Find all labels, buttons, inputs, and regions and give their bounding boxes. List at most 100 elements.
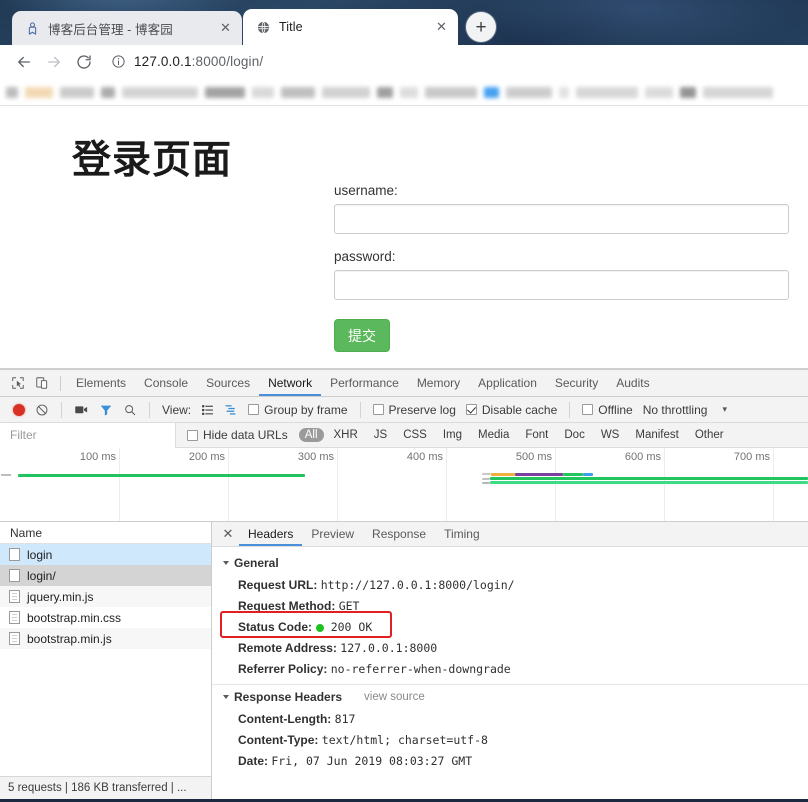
bookmark-item-active[interactable]	[484, 86, 499, 98]
bookmark-item[interactable]	[252, 86, 274, 98]
bookmark-item[interactable]	[425, 86, 477, 98]
network-overview-timeline[interactable]: 100 ms 200 ms 300 ms 400 ms 500 ms 600 m…	[0, 448, 808, 522]
timeline-tick-label: 500 ms	[515, 451, 552, 463]
request-list: Name login login/ jquery.min.js bootstra…	[0, 522, 212, 799]
bookmark-item[interactable]	[680, 86, 696, 98]
record-dot-icon	[13, 403, 25, 416]
bookmark-item[interactable]	[281, 86, 315, 98]
type-filter-img[interactable]: Img	[437, 428, 468, 442]
bookmarks-bar[interactable]	[0, 79, 808, 106]
disable-cache-checkbox[interactable]: Disable cache	[461, 397, 562, 423]
bookmark-item[interactable]	[205, 86, 245, 98]
group-by-frame-checkbox[interactable]: Group by frame	[243, 397, 352, 423]
bookmark-item[interactable]	[559, 86, 569, 98]
view-waterfall-button[interactable]	[219, 397, 243, 423]
bookmark-item[interactable]	[506, 86, 552, 98]
toolbar-divider	[149, 401, 150, 418]
devtools-tab-performance[interactable]: Performance	[321, 370, 408, 396]
filter-toggle-button[interactable]	[94, 397, 118, 423]
record-button[interactable]	[8, 397, 30, 423]
preserve-log-checkbox[interactable]: Preserve log	[368, 397, 461, 423]
header-row-status-code: Status Code: 200 OK	[212, 616, 808, 637]
devtools-tab-network[interactable]: Network	[259, 370, 321, 396]
forward-icon[interactable]	[40, 48, 68, 76]
type-filter-css[interactable]: CSS	[397, 428, 433, 442]
detail-tab-timing[interactable]: Timing	[435, 522, 489, 546]
type-filter-all[interactable]: All	[298, 428, 324, 442]
chevron-down-icon[interactable]: ▾	[712, 397, 732, 423]
browser-tab-1-close-icon[interactable]: ✕	[217, 20, 234, 37]
throttling-select[interactable]: No throttling	[638, 397, 713, 423]
bookmark-item[interactable]	[25, 86, 53, 98]
general-section-header[interactable]: General	[212, 553, 808, 574]
waterfall-bar	[482, 473, 491, 475]
bookmark-item[interactable]	[576, 86, 638, 98]
bookmark-item[interactable]	[645, 86, 673, 98]
table-row[interactable]: login/	[0, 565, 211, 586]
type-filter-js[interactable]: JS	[368, 428, 393, 442]
request-list-header[interactable]: Name	[0, 522, 211, 544]
filter-input[interactable]: Filter	[0, 422, 176, 448]
bookmark-item[interactable]	[377, 86, 393, 98]
inspect-element-icon[interactable]	[6, 372, 30, 394]
detail-tab-preview[interactable]: Preview	[302, 522, 363, 546]
bookmark-item[interactable]	[6, 86, 18, 98]
type-filter-font[interactable]: Font	[519, 428, 554, 442]
close-icon[interactable]: ✕	[220, 526, 236, 542]
bookmark-item[interactable]	[122, 86, 198, 98]
device-toolbar-icon[interactable]	[30, 372, 54, 394]
table-row[interactable]: jquery.min.js	[0, 586, 211, 607]
devtools-tab-audits[interactable]: Audits	[607, 370, 658, 396]
bookmark-item[interactable]	[400, 86, 418, 98]
list-view-icon	[202, 405, 214, 415]
type-filter-xhr[interactable]: XHR	[328, 428, 364, 442]
bookmark-item[interactable]	[101, 86, 115, 98]
bookmark-item[interactable]	[322, 86, 370, 98]
table-row[interactable]: bootstrap.min.js	[0, 628, 211, 649]
document-icon	[9, 590, 20, 603]
bookmark-item[interactable]	[703, 86, 773, 98]
browser-tab-2[interactable]: Title ✕	[243, 9, 458, 45]
view-list-button[interactable]	[196, 397, 219, 423]
browser-tab-1-title: 博客后台管理 - 博客园	[48, 22, 173, 37]
document-icon	[9, 611, 20, 624]
offline-checkbox[interactable]: Offline	[577, 397, 637, 423]
devtools-tab-elements[interactable]: Elements	[67, 370, 135, 396]
table-row[interactable]: login	[0, 544, 211, 565]
search-button[interactable]	[118, 397, 142, 423]
devtools-tab-console[interactable]: Console	[135, 370, 197, 396]
response-headers-section-header[interactable]: Response Headers view source	[212, 687, 808, 708]
devtools-tab-memory[interactable]: Memory	[408, 370, 469, 396]
detail-tab-response[interactable]: Response	[363, 522, 435, 546]
browser-tab-1[interactable]: 博客后台管理 - 博客园 ✕	[12, 11, 242, 45]
bookmark-item[interactable]	[60, 86, 94, 98]
devtools-tab-security[interactable]: Security	[546, 370, 607, 396]
request-name: login/	[27, 568, 56, 583]
back-icon[interactable]	[10, 48, 38, 76]
type-filter-other[interactable]: Other	[689, 428, 730, 442]
table-row[interactable]: bootstrap.min.css	[0, 607, 211, 628]
clear-button[interactable]	[30, 397, 54, 423]
type-filter-ws[interactable]: WS	[595, 428, 626, 442]
timeline-selection-handle[interactable]	[0, 470, 12, 480]
page-title: 登录页面	[72, 138, 233, 183]
detail-tab-headers[interactable]: Headers	[239, 522, 302, 546]
type-filter-doc[interactable]: Doc	[558, 428, 590, 442]
info-circle-icon[interactable]	[110, 54, 126, 70]
password-input[interactable]	[334, 270, 789, 300]
omnibox[interactable]: 127.0.0.1:8000/login/	[110, 49, 798, 75]
header-row: Request Method: GET	[212, 595, 808, 616]
devtools-tab-sources[interactable]: Sources	[197, 370, 259, 396]
capture-screenshots-button[interactable]	[69, 397, 94, 423]
hide-data-urls-checkbox[interactable]: Hide data URLs	[182, 422, 293, 448]
devtools-tab-application[interactable]: Application	[469, 370, 546, 396]
username-input[interactable]	[334, 204, 789, 234]
reload-icon[interactable]	[70, 48, 98, 76]
type-filter-media[interactable]: Media	[472, 428, 515, 442]
type-filter-manifest[interactable]: Manifest	[629, 428, 684, 442]
view-source-link[interactable]: view source	[364, 691, 425, 703]
submit-button[interactable]: 提交	[334, 319, 390, 352]
omnibox-url: 127.0.0.1:8000/login/	[134, 54, 263, 69]
new-tab-button[interactable]: +	[466, 12, 496, 42]
browser-tab-2-close-icon[interactable]: ✕	[433, 19, 450, 36]
